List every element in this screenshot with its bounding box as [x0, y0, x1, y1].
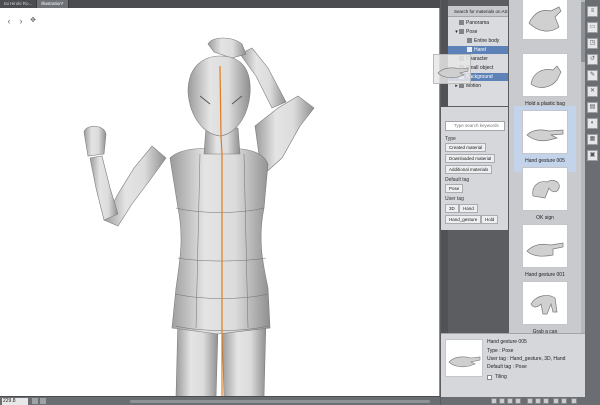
tiling-label: Tiling: [495, 374, 507, 380]
hand-ok-icon: [532, 180, 560, 199]
detail-thumbnail: [445, 339, 483, 377]
document-tab-active[interactable]: Illustration*: [37, 0, 69, 8]
tree-node[interactable]: Entire body: [448, 37, 508, 45]
tag-filter-panel: Type search keywords Type Created materi…: [441, 107, 508, 230]
refresh-icon[interactable]: [543, 398, 549, 404]
navigator-icon[interactable]: ◳: [587, 38, 598, 49]
canvas-area[interactable]: ‹ › ✥: [0, 8, 440, 397]
pose-icon: [467, 38, 472, 44]
hand-flat-icon: [437, 67, 469, 79]
tag-created-material[interactable]: Created material: [445, 143, 487, 152]
type-label: Type: [445, 136, 456, 142]
panel-menu-icon[interactable]: ≡: [587, 6, 598, 17]
list-view-icon[interactable]: [515, 398, 521, 404]
history-icon[interactable]: ↺: [587, 54, 598, 65]
hand-icon: [467, 47, 472, 53]
paste-to-canvas-icon[interactable]: [527, 398, 533, 404]
hand-grab-icon: [530, 295, 558, 315]
tag-pose[interactable]: Pose: [445, 184, 464, 193]
folder-icon: [459, 20, 464, 26]
default-tag-label: Default tag: [445, 177, 470, 183]
tree-node-label: Hand: [474, 47, 486, 53]
edit-material-icon[interactable]: [535, 398, 541, 404]
user-tag-label: User tag: [445, 196, 464, 202]
layer-icon[interactable]: ▭: [587, 22, 598, 33]
tree-node[interactable]: ▾ Pose: [448, 28, 508, 36]
zoom-in-button[interactable]: [40, 398, 46, 404]
keyword-search-input[interactable]: Type search keywords: [445, 121, 505, 131]
tag-hand-gesture[interactable]: Hand_gesture: [445, 215, 482, 224]
material-thumbnail: [522, 0, 568, 40]
document-tab[interactable]: tai Hiroki Ro...: [0, 0, 38, 8]
tag-3d[interactable]: 3D: [445, 204, 459, 213]
detail-type: Type : Pose: [487, 348, 514, 354]
hand-flat-icon: [526, 129, 564, 142]
document-tab-bar: tai Hiroki Ro... Illustration*: [0, 0, 440, 8]
horizontal-scrollbar[interactable]: [130, 400, 430, 403]
color-icon[interactable]: ◐: [587, 118, 598, 129]
tree-node[interactable]: Panorama: [448, 19, 508, 27]
tree-node-label: Entire body: [474, 38, 500, 44]
tag-hand[interactable]: Hand: [459, 204, 478, 213]
material-thumbnail: [522, 224, 568, 268]
material-thumbnail: [522, 281, 568, 325]
material-thumbnail: [522, 110, 568, 154]
3d-drawing-figure[interactable]: [0, 8, 440, 397]
zoom-field[interactable]: 229.8: [2, 398, 28, 405]
pose-icon: [459, 29, 464, 35]
thumbnail-medium-icon[interactable]: [499, 398, 505, 404]
tag-downloaded-material[interactable]: Downloaded material: [445, 154, 496, 163]
thumbnail-large-icon[interactable]: [507, 398, 513, 404]
material-item[interactable]: Grab a can: [514, 277, 576, 333]
dragged-material-preview: [433, 54, 471, 84]
material-thumbnail: [522, 53, 568, 97]
right-toolbar: ≡ ▭ ◳ ↺ ✎ ✕ ▤ ◐ ▦ ▣: [585, 0, 600, 405]
tree-node-label: Pose: [466, 29, 478, 35]
tag-hold[interactable]: Hold: [481, 215, 499, 224]
folder-icon[interactable]: ▣: [587, 150, 598, 161]
material-bottom-bar: [441, 397, 600, 405]
status-bar: 229.8: [0, 396, 440, 405]
material-thumbnail: [522, 167, 568, 211]
material-grid: Hold a plastic bag Hand gesture 005 OK sig…: [509, 0, 581, 333]
tree-node[interactable]: Hand: [448, 46, 508, 54]
favorite-icon[interactable]: [553, 398, 559, 404]
tree-node-label: Panorama: [466, 20, 490, 26]
hand-open-icon: [528, 6, 562, 32]
detail-name: Hand gesture 005: [487, 339, 527, 345]
hand-point-icon: [526, 242, 564, 257]
material-detail-panel: Hand gesture 005 Type : Pose User tag : …: [441, 333, 585, 397]
detail-default-tag: Default tag : Pose: [487, 364, 527, 370]
assets-search-link[interactable]: Search for materials on ASSETS: [448, 6, 508, 17]
material-icon[interactable]: ▦: [587, 134, 598, 145]
tiling-checkbox[interactable]: [487, 375, 492, 380]
delete-icon[interactable]: [571, 398, 577, 404]
property-icon[interactable]: ▤: [587, 102, 598, 113]
zoom-out-button[interactable]: [32, 398, 38, 404]
close-icon[interactable]: ✕: [587, 86, 598, 97]
thumbnail-small-icon[interactable]: [491, 398, 497, 404]
detail-user-tag: User tag : Hand_gesture, 3D, Hand: [487, 356, 566, 362]
hand-hold-icon: [530, 65, 562, 88]
sub-tool-icon[interactable]: ✎: [587, 70, 598, 81]
hand-flat-icon: [448, 356, 481, 368]
tag-additional-materials[interactable]: Additional materials: [445, 165, 493, 174]
settings-icon[interactable]: [561, 398, 567, 404]
